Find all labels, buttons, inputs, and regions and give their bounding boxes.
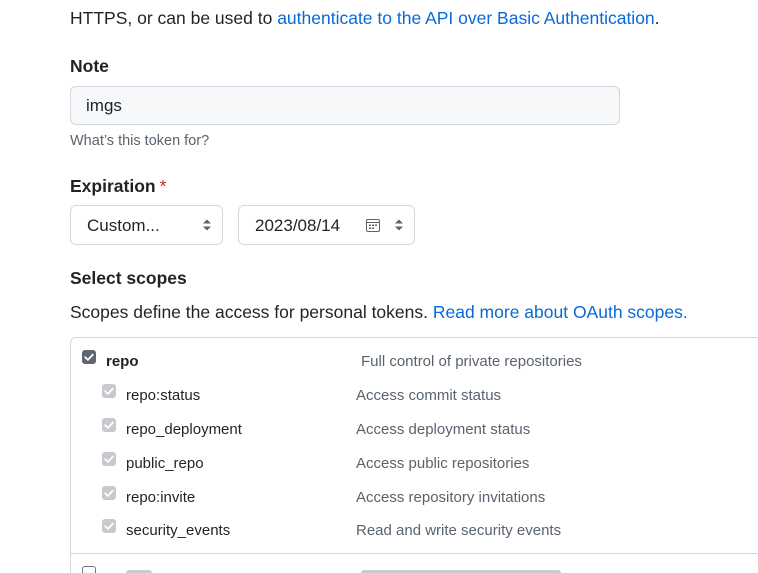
scope-row-security-events: security_events Read and write security … (0, 519, 758, 543)
required-mark: * (159, 176, 167, 196)
scopes-description: Scopes define the access for personal to… (70, 302, 688, 323)
expiration-date-value: 2023/08/14 (255, 216, 341, 235)
note-hint: What’s this token for? (70, 133, 210, 149)
scope-desc: Access public repositories (356, 455, 530, 472)
check-icon (104, 421, 114, 429)
scope-row-repo-status: repo:status Access commit status (0, 384, 758, 408)
checkbox-security-events[interactable] (102, 519, 116, 533)
scope-name: repo:invite (126, 489, 196, 506)
select-arrows-icon (203, 219, 211, 231)
scope-row-public-repo: public_repo Access public repositories (0, 452, 758, 476)
checkbox-public-repo[interactable] (102, 452, 116, 466)
intro-text: HTTPS, or can be used to authenticate to… (70, 8, 660, 29)
checkbox-repo-deployment[interactable] (102, 418, 116, 432)
expiration-label-text: Expiration (70, 176, 156, 196)
intro-suffix: . (654, 8, 660, 28)
scope-desc: Access deployment status (356, 421, 531, 438)
expiration-label: Expiration * (70, 176, 166, 197)
scope-group-divider (70, 553, 758, 554)
checkbox-repo-status[interactable] (102, 384, 116, 398)
check-icon (104, 387, 114, 395)
calendar-icon[interactable] (366, 218, 380, 232)
checkbox-repo-invite[interactable] (102, 486, 116, 500)
expiration-select[interactable]: Custom... (70, 205, 223, 245)
expiration-date-input[interactable]: 2023/08/14 (238, 205, 415, 245)
select-scopes-title: Select scopes (70, 268, 187, 288)
checkbox-repo[interactable] (82, 350, 96, 364)
scope-row-repo-deployment: repo_deployment Access deployment status (0, 418, 758, 442)
scope-desc: Access repository invitations (356, 489, 546, 506)
scope-name: repo_deployment (126, 421, 242, 438)
checkbox-next-scope[interactable] (82, 566, 96, 573)
date-arrows-icon[interactable] (394, 218, 404, 232)
basic-auth-link[interactable]: authenticate to the API over Basic Authe… (277, 8, 654, 28)
note-label: Note (70, 56, 109, 76)
oauth-scopes-link[interactable]: Read more about OAuth scopes. (433, 302, 688, 322)
check-icon (104, 489, 114, 497)
scope-desc: Read and write security events (356, 522, 562, 539)
expiration-select-value: Custom... (87, 216, 160, 235)
intro-prefix: HTTPS, or can be used to (70, 8, 278, 28)
scope-row-repo: repo Full control of private repositorie… (0, 350, 758, 374)
scope-desc: Access commit status (356, 387, 502, 404)
scope-desc: Full control of private repositories (361, 353, 582, 370)
scope-name: security_events (126, 522, 231, 539)
check-icon (104, 455, 114, 463)
scope-row-repo-invite: repo:invite Access repository invitation… (0, 486, 758, 510)
check-icon (104, 522, 114, 530)
scope-name: repo (106, 353, 139, 370)
note-input[interactable] (70, 86, 620, 125)
check-icon (84, 353, 94, 361)
scope-name: repo:status (126, 387, 201, 404)
scope-name: public_repo (126, 455, 204, 472)
scopes-description-text: Scopes define the access for personal to… (70, 302, 433, 322)
